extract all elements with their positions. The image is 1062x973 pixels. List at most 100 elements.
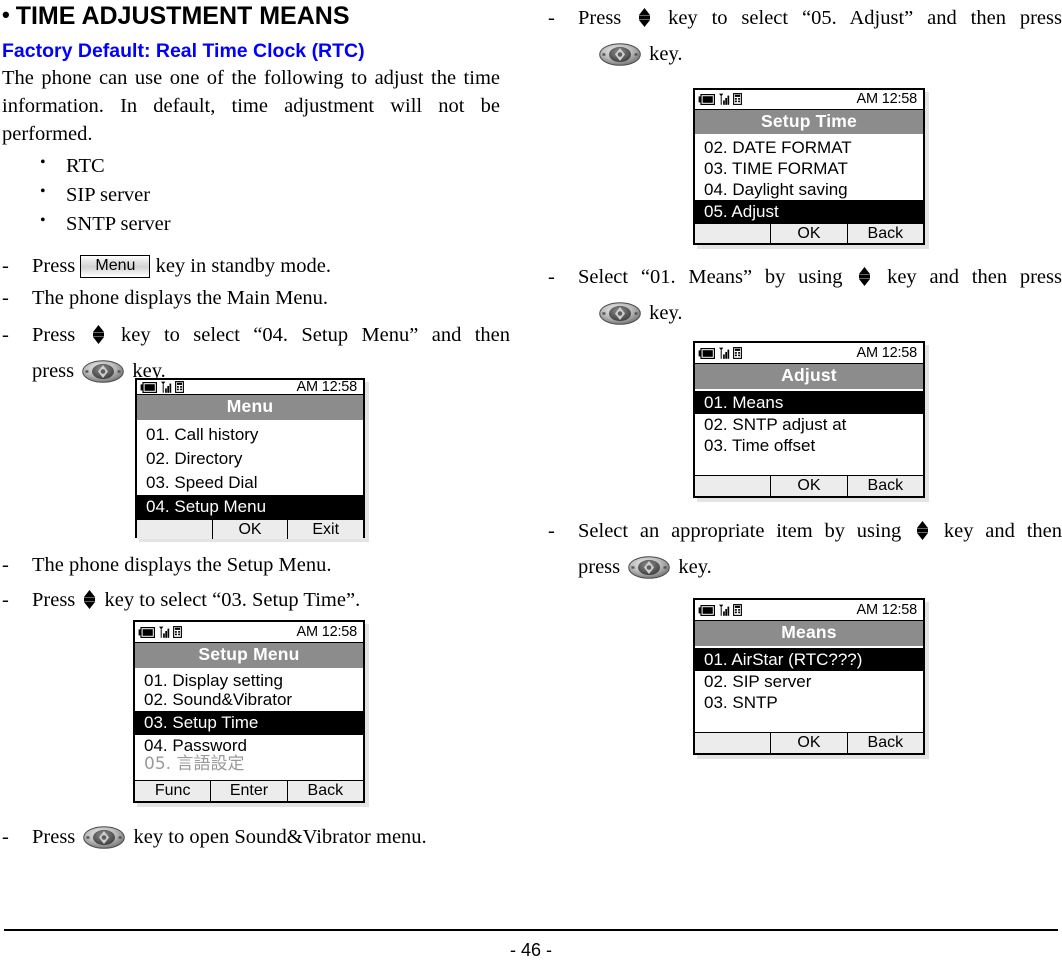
step-text-before: Press <box>32 323 89 346</box>
lcd-spacer <box>695 713 923 733</box>
signal-bars-icon <box>719 93 730 106</box>
list-item-selected[interactable]: 05. Adjust <box>695 200 923 223</box>
step-text-before: Select “01. Means” by using <box>578 266 856 288</box>
up-down-arrow-key-icon[interactable] <box>82 590 97 609</box>
list-item-language-setting[interactable]: 05. 言語設定 <box>135 755 363 775</box>
list-item[interactable]: 01. Call history <box>137 423 363 447</box>
status-icon-group <box>138 626 182 638</box>
status-time: AM 12:58 <box>296 624 358 640</box>
step-dash: - <box>548 520 555 542</box>
softkey-bar: OK Exit <box>137 518 363 539</box>
navigation-key-icon[interactable] <box>82 359 125 383</box>
list-item[interactable]: 03. Time offset <box>695 435 923 456</box>
up-down-arrow-key-icon[interactable] <box>637 8 652 27</box>
page-title: • TIME ADJUSTMENT MEANS <box>0 0 516 32</box>
step-text-after: key to select “03. Setup Time”. <box>99 589 361 611</box>
softkey-right[interactable]: Back <box>848 224 923 243</box>
step-text-before: press <box>578 556 626 579</box>
step-line: The phone displays the Main Menu. <box>32 286 329 309</box>
list-item-selected[interactable]: 01. AirStar (RTC???) <box>695 647 923 671</box>
list-item[interactable]: 04. Password <box>135 735 363 755</box>
softkey-center[interactable]: OK <box>771 733 848 753</box>
softkey-center[interactable]: OK <box>771 224 848 243</box>
list-item[interactable]: 02. SIP server <box>695 671 923 692</box>
up-down-arrow-key-icon[interactable] <box>91 324 106 344</box>
battery-icon <box>698 93 715 105</box>
status-bar: AM 12:58 <box>135 622 363 643</box>
softkey-center[interactable]: OK <box>213 519 289 539</box>
step-text-before: Press <box>32 255 81 278</box>
softkey-bar: OK Back <box>695 223 923 243</box>
list-item[interactable]: 02. SNTP adjust at <box>695 414 923 435</box>
softkey-left[interactable] <box>695 224 772 243</box>
step-text-after: key to select “05. Adjust” and then pres… <box>654 7 1062 29</box>
list-item-selected[interactable]: 01. Means <box>695 390 923 414</box>
softkey-bar: OK Back <box>695 475 923 496</box>
lcd-screen-means: AM 12:58 Means 01. AirStar (RTC???) 02. … <box>693 598 925 755</box>
list-item-selected[interactable]: 04. Setup Menu <box>137 494 363 519</box>
softkey-left[interactable] <box>137 519 213 539</box>
step-line: The phone displays the Setup Menu. <box>32 554 332 576</box>
status-time: AM 12:58 <box>856 91 918 108</box>
step-text-after: key. <box>644 302 683 325</box>
step-dash: - <box>2 589 9 611</box>
softkey-left[interactable] <box>695 733 772 753</box>
lcd-body: 02. DATE FORMAT 03. TIME FORMAT 04. Dayl… <box>695 134 923 223</box>
step-text-after: key and then press <box>874 266 1062 288</box>
step-dash: - <box>2 286 9 309</box>
title-bullet-icon: • <box>2 2 10 27</box>
softkey-right[interactable]: Exit <box>288 520 363 539</box>
status-time: AM 12:58 <box>856 602 918 618</box>
right-column: - Press key to select “05. Adjust” and t… <box>546 0 1062 755</box>
intro-bullet-list: RTC SIP server SNTP server <box>0 152 516 239</box>
step-dash: - <box>548 7 555 29</box>
handset-icon <box>733 93 742 106</box>
step-select-adjust: - Press key to select “05. Adjust” and t… <box>546 4 1062 69</box>
step-press-menu-key: - Press Menu key in standby mode. <box>0 252 512 281</box>
navigation-key-icon[interactable] <box>599 43 641 66</box>
softkey-left[interactable]: Func <box>135 781 212 801</box>
lcd-title: Means <box>695 621 923 646</box>
step-line: Press Menu key in standby mode. <box>32 252 512 281</box>
softkey-bar: OK Back <box>695 732 923 753</box>
up-down-arrow-key-icon[interactable] <box>915 521 930 540</box>
navigation-key-icon[interactable] <box>628 556 671 579</box>
step-select-setup-time: - Press key to select “03. Setup Time”. <box>0 586 512 615</box>
menu-key-button[interactable]: Menu <box>80 255 151 279</box>
list-item[interactable]: 03. SNTP <box>695 692 923 713</box>
list-item[interactable]: 01. Display setting <box>135 670 363 690</box>
navigation-key-icon[interactable] <box>599 302 641 325</box>
list-item[interactable]: 03. TIME FORMAT <box>695 158 923 179</box>
handset-icon <box>733 604 742 616</box>
step-line: Select “01. Means” by using key and then… <box>578 263 1062 292</box>
signal-bars-icon <box>161 381 172 393</box>
list-item-selected[interactable]: 03. Setup Time <box>135 710 363 735</box>
step-select-appropriate-item: - Select an appropriate item by using ke… <box>546 517 1062 582</box>
status-bar: AM 12:58 <box>695 600 923 621</box>
step-line: press key. <box>578 553 1062 582</box>
up-down-arrow-key-icon[interactable] <box>857 267 872 286</box>
status-bar: AM 12:58 <box>137 380 363 395</box>
step-line: Select an appropriate item by using key … <box>578 517 1062 546</box>
softkey-left[interactable] <box>695 476 772 496</box>
softkey-right[interactable]: Back <box>288 781 363 801</box>
step-select-setup-menu: - Press key to select “04. Setup Menu” a… <box>0 321 510 386</box>
softkey-right[interactable]: Back <box>848 733 923 753</box>
softkey-center[interactable]: OK <box>771 476 848 496</box>
list-item[interactable]: 02. Sound&Vibrator <box>135 690 363 711</box>
navigation-key-icon[interactable] <box>83 826 126 849</box>
page-number: - 46 - <box>509 940 552 960</box>
list-item[interactable]: 04. Daylight saving <box>695 179 923 200</box>
status-time: AM 12:58 <box>856 345 918 361</box>
lcd-screen-setup-menu: AM 12:58 Setup Menu 01. Display setting … <box>133 620 365 803</box>
softkey-right[interactable]: Back <box>848 476 923 496</box>
step-select-means: - Select “01. Means” by using key and th… <box>546 263 1062 328</box>
status-bar: AM 12:58 <box>695 343 923 364</box>
list-item[interactable]: 03. Speed Dial <box>137 471 363 495</box>
list-item[interactable]: 02. DATE FORMAT <box>695 137 923 158</box>
list-item[interactable]: 02. Directory <box>137 447 363 471</box>
status-time: AM 12:58 <box>296 379 358 395</box>
battery-icon <box>698 347 715 359</box>
softkey-center[interactable]: Enter <box>211 781 288 801</box>
handset-icon <box>173 626 182 638</box>
